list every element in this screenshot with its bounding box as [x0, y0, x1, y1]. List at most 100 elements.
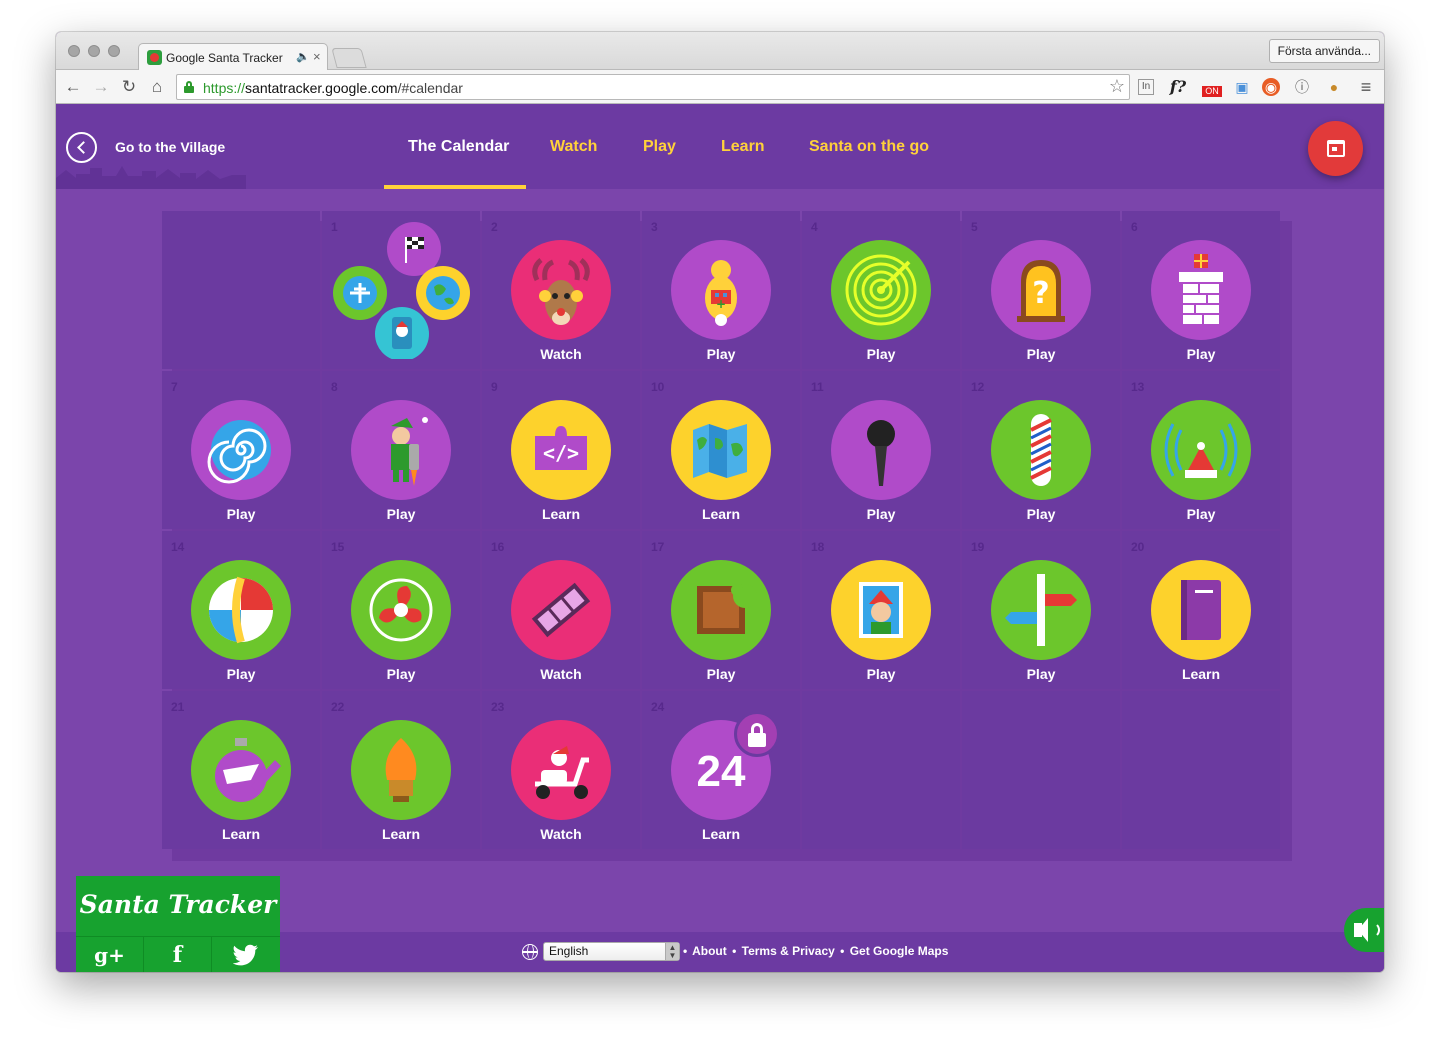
tab-close-button[interactable]: ×: [313, 49, 321, 64]
calendar-day-23[interactable]: 23 Watch: [482, 691, 640, 849]
jetpack-elf-icon: [351, 400, 451, 500]
calendar-day-12[interactable]: 12 Play: [962, 371, 1120, 529]
back-to-village-label[interactable]: Go to the Village: [115, 139, 225, 155]
facebook-icon[interactable]: f: [144, 937, 212, 972]
folder-extension-icon[interactable]: ▣: [1232, 77, 1252, 97]
radar-hat-icon: [1151, 400, 1251, 500]
day-number: 12: [971, 380, 985, 394]
speaker-icon: [1354, 918, 1368, 942]
get-google-maps-link[interactable]: Get Google Maps: [850, 944, 949, 958]
menu-icon[interactable]: ≡: [1356, 77, 1376, 97]
profile-button[interactable]: Första använda...: [1268, 39, 1380, 63]
calendar-empty-cell: [1122, 691, 1280, 849]
twitter-bird-icon: [232, 944, 258, 966]
calendar-day-21[interactable]: 21 Learn: [162, 691, 320, 849]
day-number: 5: [971, 220, 978, 234]
about-link[interactable]: About: [692, 944, 727, 958]
calendar-day-11[interactable]: 11 Play: [802, 371, 960, 529]
bookmark-star-icon[interactable]: ☆: [1109, 76, 1125, 97]
day-number: 3: [651, 220, 658, 234]
day-action-label: Watch: [540, 346, 582, 362]
cat-extension-icon[interactable]: ●: [1324, 77, 1344, 97]
select-arrows-icon: ▲ ▼: [665, 943, 679, 960]
calendar-empty-cell: [962, 691, 1120, 849]
day-number: 21: [171, 700, 185, 714]
ornament-icon: [191, 720, 291, 820]
day-number: 2: [491, 220, 498, 234]
tab-the-calendar[interactable]: The Calendar: [408, 138, 509, 156]
day-action-label: Learn: [381, 826, 421, 842]
back-arrow-icon[interactable]: ←: [62, 76, 84, 98]
font-finder-extension-icon[interactable]: f?: [1168, 77, 1188, 97]
calendar-day-22[interactable]: 22 Learn: [322, 691, 480, 849]
calendar-day-1[interactable]: 1: [322, 211, 480, 369]
day-action-label: Play: [1186, 506, 1216, 522]
santa-tracker-brand: Santa Tracker g+ f: [76, 876, 280, 972]
calendar-day-9[interactable]: 9 </> Learn: [482, 371, 640, 529]
calendar-day-16[interactable]: 16 Watch: [482, 531, 640, 689]
footer-links: • About • Terms & Privacy • Get Google M…: [683, 944, 950, 958]
calendar-day-19[interactable]: 19 Play: [962, 531, 1120, 689]
calendar-day-5[interactable]: 5? Play: [962, 211, 1120, 369]
reload-icon[interactable]: ↻: [118, 76, 140, 98]
santa-app-cluster-icon: [332, 219, 472, 361]
day-number: 24: [651, 700, 665, 714]
calendar-day-3[interactable]: 3 + Play: [642, 211, 800, 369]
forward-arrow-icon[interactable]: →: [90, 76, 112, 98]
calendar-day-24[interactable]: 24 24 Learn: [642, 691, 800, 849]
calendar-day-18[interactable]: 18 Play: [802, 531, 960, 689]
url-text: https://santatracker.google.com/#calenda…: [203, 80, 463, 96]
chimney-present-icon: [1151, 240, 1251, 340]
signpost-icon: [991, 560, 1091, 660]
social-links: g+ f: [76, 936, 280, 972]
twitter-icon[interactable]: [212, 937, 280, 972]
day-action-label: Play: [386, 506, 416, 522]
calendar-day-17[interactable]: 17 Play: [642, 531, 800, 689]
duckduckgo-extension-icon[interactable]: ◉: [1262, 78, 1280, 96]
instapaper-extension-icon[interactable]: In: [1138, 79, 1154, 95]
minimize-window-button[interactable]: [88, 45, 100, 57]
day-number: 22: [331, 700, 345, 714]
home-icon[interactable]: ⌂: [146, 76, 168, 98]
language-select-value: English: [549, 944, 589, 958]
day-action-label: Play: [1026, 666, 1056, 682]
toggle-on-extension-icon[interactable]: ON: [1202, 86, 1222, 97]
calendar-day-2[interactable]: 2 Watch: [482, 211, 640, 369]
day-number: 8: [331, 380, 338, 394]
terms-privacy-link[interactable]: Terms & Privacy: [742, 944, 835, 958]
speaker-icon[interactable]: 🔈: [296, 50, 310, 63]
address-bar[interactable]: https://santatracker.google.com/#calenda…: [176, 74, 1130, 100]
map-icon: [671, 400, 771, 500]
calendar-day-13[interactable]: 13 Play: [1122, 371, 1280, 529]
active-tab-indicator: [384, 185, 526, 189]
zoom-window-button[interactable]: [108, 45, 120, 57]
microphone-icon: [831, 400, 931, 500]
calendar-day-4[interactable]: 4 Play: [802, 211, 960, 369]
calendar-button[interactable]: [1308, 121, 1363, 176]
language-select[interactable]: English ▲ ▼: [543, 942, 680, 961]
calendar-day-7[interactable]: 7 Play: [162, 371, 320, 529]
calendar-day-8[interactable]: 8 Play: [322, 371, 480, 529]
spiral-icon: [191, 400, 291, 500]
back-to-village-button[interactable]: [66, 132, 97, 163]
tab-santa-on-the-go[interactable]: Santa on the go: [809, 138, 929, 156]
calendar-day-10[interactable]: 10 Learn: [642, 371, 800, 529]
calendar-day-6[interactable]: 6 Play: [1122, 211, 1280, 369]
tab-play[interactable]: Play: [643, 138, 676, 156]
calendar-day-20[interactable]: 20 Learn: [1122, 531, 1280, 689]
day-number: 15: [331, 540, 345, 554]
tab-watch[interactable]: Watch: [550, 138, 597, 156]
sound-toggle-button[interactable]: [1344, 908, 1384, 952]
calendar-empty-cell: [802, 691, 960, 849]
info-extension-icon[interactable]: ⓘ: [1292, 77, 1312, 97]
close-window-button[interactable]: [68, 45, 80, 57]
day-action-label: Learn: [541, 506, 581, 522]
calendar-day-14[interactable]: 14 Play: [162, 531, 320, 689]
tab-learn[interactable]: Learn: [721, 138, 765, 156]
day-number: 9: [491, 380, 498, 394]
google-plus-icon[interactable]: g+: [76, 937, 144, 972]
new-tab-button[interactable]: [331, 48, 367, 68]
browser-tab[interactable]: Google Santa Tracker 🔈 ×: [138, 43, 328, 71]
film-reel-icon: [511, 560, 611, 660]
calendar-day-15[interactable]: 15 Play: [322, 531, 480, 689]
